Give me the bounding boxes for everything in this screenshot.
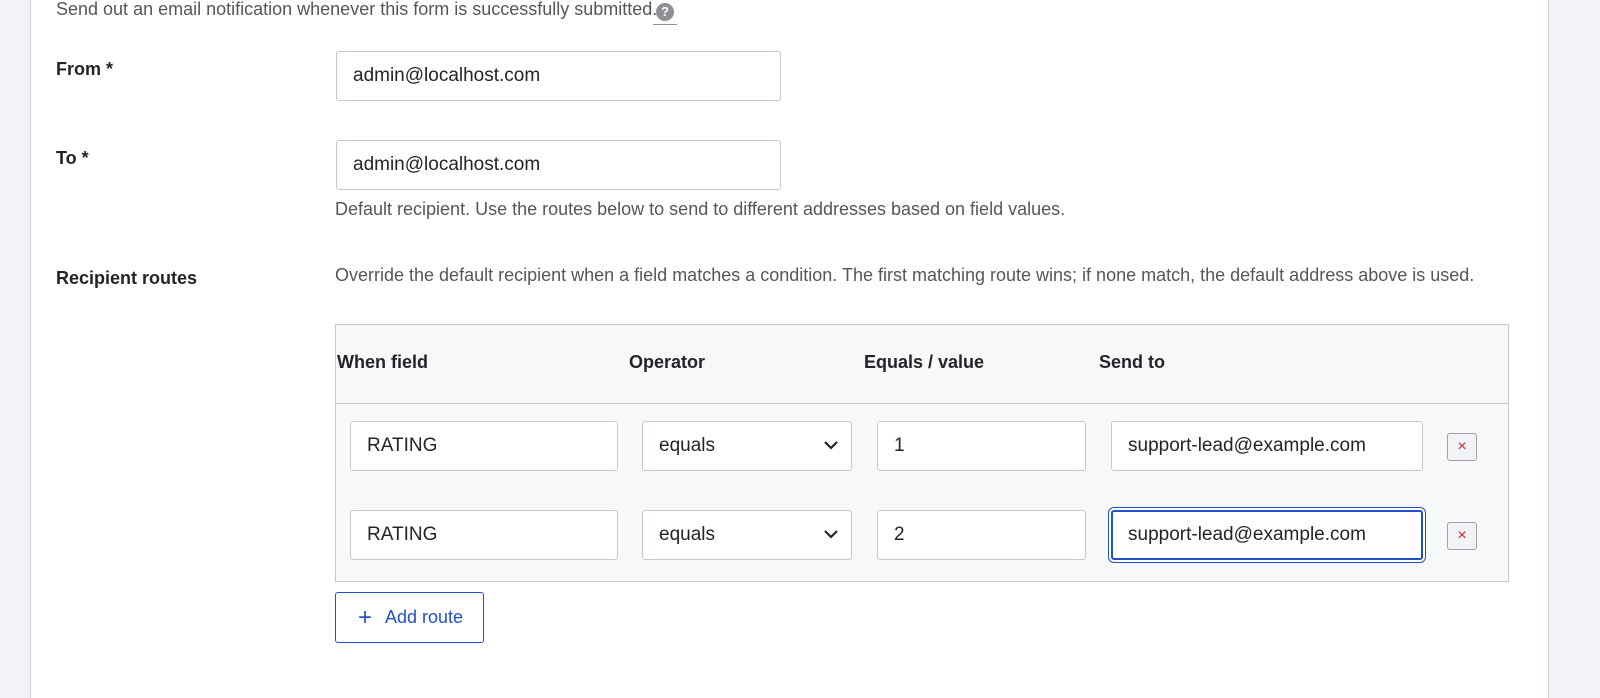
recipient-routes-description: Override the default recipient when a fi… <box>335 265 1475 285</box>
to-email-field[interactable]: admin@localhost.com <box>336 140 781 190</box>
plus-icon: + <box>358 604 373 631</box>
route-1-operator-value: equals <box>659 435 715 456</box>
routes-table-header: When field Operator Equals / value Send … <box>336 325 1508 404</box>
route-1-value-input[interactable]: 1 <box>877 421 1086 471</box>
chevron-down-icon <box>824 530 838 539</box>
route-1-send-to-input[interactable]: support-lead@example.com <box>1111 421 1423 471</box>
route-2-operator-value: equals <box>659 524 715 545</box>
recipient-routes-label: Recipient routes <box>56 268 198 288</box>
add-route-label: Add route <box>385 607 464 627</box>
route-1-field-input[interactable]: RATING <box>350 421 618 471</box>
close-icon: × <box>1457 527 1467 544</box>
chevron-down-icon <box>824 441 838 450</box>
route-2-value-input[interactable]: 2 <box>877 510 1086 560</box>
route-2-send-to-input[interactable]: support-lead@example.com <box>1111 510 1423 560</box>
help-icon[interactable]: ? <box>656 3 674 21</box>
close-icon: × <box>1457 438 1467 455</box>
header-value: Equals / value <box>864 352 985 372</box>
header-send-to: Send to <box>1099 352 1165 372</box>
header-operator: Operator <box>629 352 706 372</box>
from-email-field[interactable]: admin@localhost.com <box>336 51 781 101</box>
notification-description: Send out an email notification whenever … <box>56 0 658 19</box>
help-underline <box>653 24 677 25</box>
route-1-operator-select[interactable]: equals <box>642 421 852 471</box>
header-when-field: When field <box>337 352 428 372</box>
to-description: Default recipient. Use the routes below … <box>335 199 1066 219</box>
route-2-remove-button[interactable]: × <box>1447 522 1477 550</box>
route-2-operator-select[interactable]: equals <box>642 510 852 560</box>
route-2-field-input[interactable]: RATING <box>350 510 618 560</box>
to-label: To * <box>56 148 89 168</box>
add-route-button[interactable]: + Add route <box>335 592 484 643</box>
from-label: From * <box>56 59 114 79</box>
route-1-remove-button[interactable]: × <box>1447 433 1477 461</box>
